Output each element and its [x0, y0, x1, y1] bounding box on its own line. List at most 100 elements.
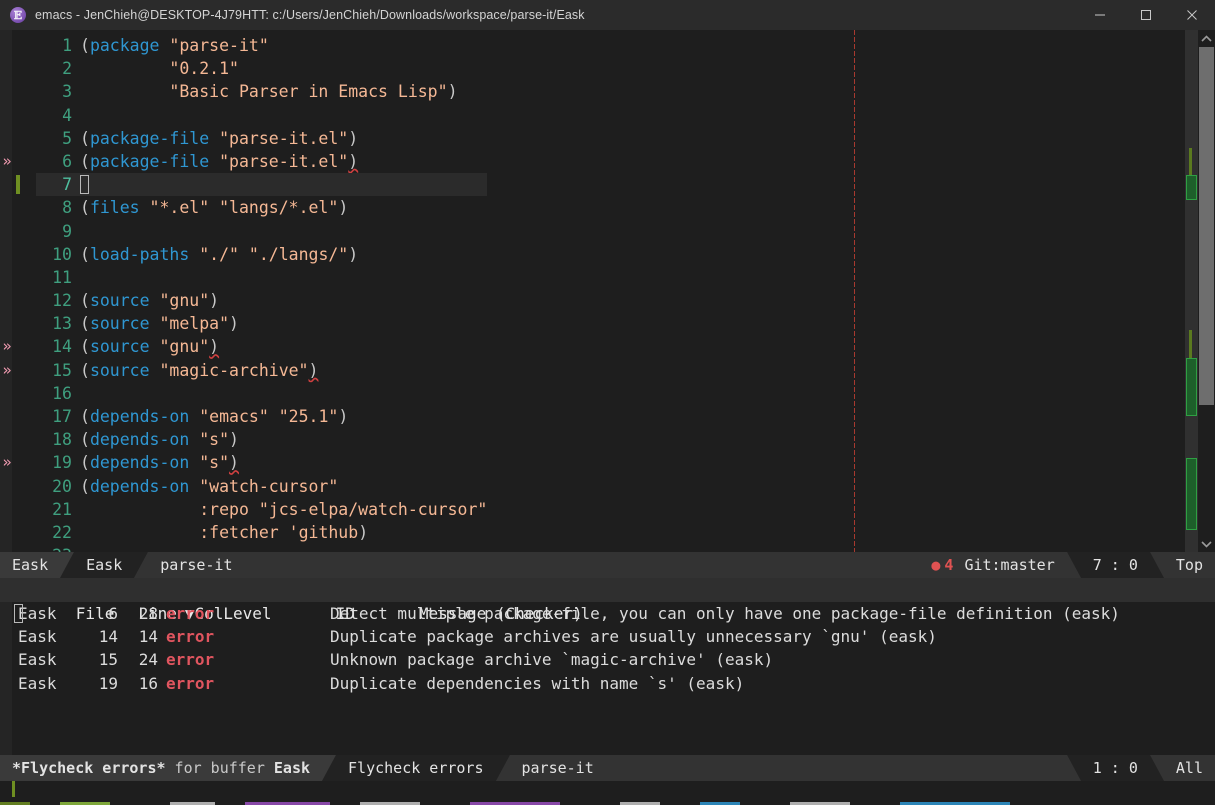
line-number: 13: [52, 314, 72, 334]
code-editor[interactable]: 1 (package "parse-it" 2 "0.2.1" 3 "Basic Pa…: [0, 30, 1215, 552]
echo-area[interactable]: [0, 781, 1215, 805]
code-line[interactable]: 20 (depends-on "watch-cursor": [36, 475, 487, 498]
modeline-major-mode[interactable]: Eask: [74, 552, 135, 578]
code-token: (: [80, 244, 90, 264]
modeline-separator: [1066, 552, 1081, 578]
code-line[interactable]: 5 (package-file "parse-it.el"): [36, 127, 487, 150]
code-line[interactable]: 10 (load-paths "./" "./langs/"): [36, 243, 487, 266]
flycheck-cell-line: 6: [108, 604, 118, 623]
git-gutter-marker: [16, 175, 20, 195]
maximize-icon[interactable]: [1123, 0, 1169, 30]
code-lines: 1 (package "parse-it" 2 "0.2.1" 3 "Basic Pa…: [2, 34, 488, 552]
fringe-error-marker-icon: »: [2, 360, 12, 379]
title-bar: 𝔼 emacs - JenChieh@DESKTOP-4J79HTT: c:/U…: [0, 0, 1215, 30]
flycheck-row[interactable]: Eask 6 28 error Detect multiple package-file…: [0, 602, 1215, 625]
code-line[interactable]: 13 (source "melpa"): [36, 312, 487, 335]
diff-marker: [1186, 358, 1197, 416]
code-line[interactable]: 22 :fetcher 'github): [36, 521, 487, 544]
line-number: 21: [52, 499, 72, 519]
flycheck-row[interactable]: Eask 19 16 error Duplicate dependencies with…: [0, 672, 1215, 695]
modeline-scroll-position-bottom[interactable]: All: [1163, 755, 1215, 781]
code-line[interactable]: 9: [36, 220, 487, 243]
code-line[interactable]: » 19 (depends-on "s"): [2, 451, 487, 474]
flycheck-column-headers[interactable]: File Line ▼ColLevel ID Message (Checker): [0, 578, 1215, 623]
code-line[interactable]: 2 "0.2.1": [36, 57, 487, 80]
flycheck-cell-line: 15: [98, 650, 118, 670]
code-line[interactable]: 4: [36, 104, 487, 127]
modeline-separator: [1149, 552, 1164, 578]
modeline-flycheck: *Flycheck errors* for buffer Eask Flyche…: [0, 755, 1215, 781]
flycheck-error-list[interactable]: File Line ▼ColLevel ID Message (Checker) Eas…: [0, 578, 1215, 755]
code-token: depends-on: [89, 453, 190, 473]
code-line[interactable]: » 6 (package-file "parse-it.el"): [2, 150, 487, 173]
flycheck-row[interactable]: Eask 15 24 error Unknown package archive `ma…: [0, 648, 1215, 671]
code-token: package-file: [89, 128, 210, 148]
flycheck-rows: Eask 6 28 error Detect multiple package-file…: [0, 602, 1215, 695]
code-token: "watch-cursor": [199, 476, 339, 496]
code-token: :repo: [199, 499, 249, 519]
code-line[interactable]: 23: [36, 544, 487, 552]
line-number: 4: [62, 105, 72, 125]
window-title: emacs - JenChieh@DESKTOP-4J79HTT: c:/Use…: [35, 8, 585, 22]
code-token: "parse-it.el": [219, 151, 349, 171]
code-token: load-paths: [89, 244, 190, 264]
close-icon[interactable]: [1169, 0, 1215, 30]
flycheck-row[interactable]: Eask 14 14 error Duplicate package archives …: [0, 625, 1215, 648]
line-number: 1: [62, 36, 72, 55]
code-line[interactable]: 18 (depends-on "s"): [36, 428, 487, 451]
code-line[interactable]: 7: [16, 173, 488, 197]
code-line[interactable]: 16: [36, 382, 487, 405]
vertical-scrollbar[interactable]: [1198, 30, 1215, 552]
code-line[interactable]: 8 (files "*.el" "langs/*.el"): [36, 196, 487, 219]
scrollbar-thumb[interactable]: [1199, 47, 1214, 405]
flycheck-cell-message: Unknown package archive `magic-archive' …: [330, 650, 774, 670]
modeline-major-mode-bottom[interactable]: Flycheck errors: [336, 755, 496, 781]
modeline-buffer-name[interactable]: Eask: [0, 552, 61, 578]
modeline-scroll-position[interactable]: Top: [1163, 552, 1215, 578]
flycheck-cell-file: Eask: [18, 650, 57, 670]
modeline-project-name-bottom[interactable]: parse-it: [509, 755, 606, 781]
code-line[interactable]: » 14 (source "gnu"): [2, 335, 487, 358]
modeline-project-name[interactable]: parse-it: [148, 552, 245, 578]
code-line[interactable]: 11: [36, 266, 487, 289]
modeline-cursor-position-bottom[interactable]: 1 : 0: [1080, 755, 1150, 781]
modeline-separator: [60, 552, 75, 578]
code-token: package: [89, 36, 160, 55]
line-number: 3: [62, 82, 72, 102]
code-line[interactable]: 17 (depends-on "emacs" "25.1"): [36, 405, 487, 428]
code-line[interactable]: » 15 (source "magic-archive"): [2, 359, 487, 382]
minimize-icon[interactable]: [1077, 0, 1123, 30]
modeline-flycheck-status[interactable]: ● 4 Git:master: [919, 552, 1067, 578]
code-line[interactable]: 1 (package "parse-it": [36, 34, 487, 57]
code-token: (: [80, 314, 90, 334]
emacs-icon: 𝔼: [10, 7, 26, 23]
code-token: "emacs": [199, 407, 269, 426]
code-text-area[interactable]: 1 (package "parse-it" 2 "0.2.1" 3 "Basic Pa…: [0, 30, 1185, 552]
code-token: depends-on: [89, 430, 190, 450]
scroll-down-arrow-icon[interactable]: [1198, 535, 1215, 552]
error-count: 4: [944, 556, 954, 574]
modeline-buffer-name-bottom[interactable]: *Flycheck errors* for buffer Eask: [0, 755, 323, 781]
scroll-up-arrow-icon[interactable]: [1198, 30, 1215, 47]
code-token: 'github: [288, 522, 359, 542]
code-line[interactable]: 21 :repo "jcs-elpa/watch-cursor": [36, 498, 487, 521]
code-line[interactable]: 12 (source "gnu"): [36, 289, 487, 312]
buffer-name-target: Eask: [273, 759, 311, 777]
code-token: source: [89, 291, 150, 311]
fringe-error-marker-icon: »: [2, 337, 12, 356]
flycheck-cell-file: Eask: [18, 604, 57, 623]
code-token: "parse-it.el": [219, 128, 349, 148]
code-token: :fetcher: [199, 522, 279, 542]
code-token: "./": [199, 244, 239, 264]
line-number: 7: [62, 175, 72, 195]
code-token: (: [80, 476, 90, 496]
code-line[interactable]: 3 "Basic Parser in Emacs Lisp"): [36, 80, 487, 103]
modeline-cursor-position[interactable]: 7 : 0: [1080, 552, 1150, 578]
code-token: (: [80, 151, 90, 171]
